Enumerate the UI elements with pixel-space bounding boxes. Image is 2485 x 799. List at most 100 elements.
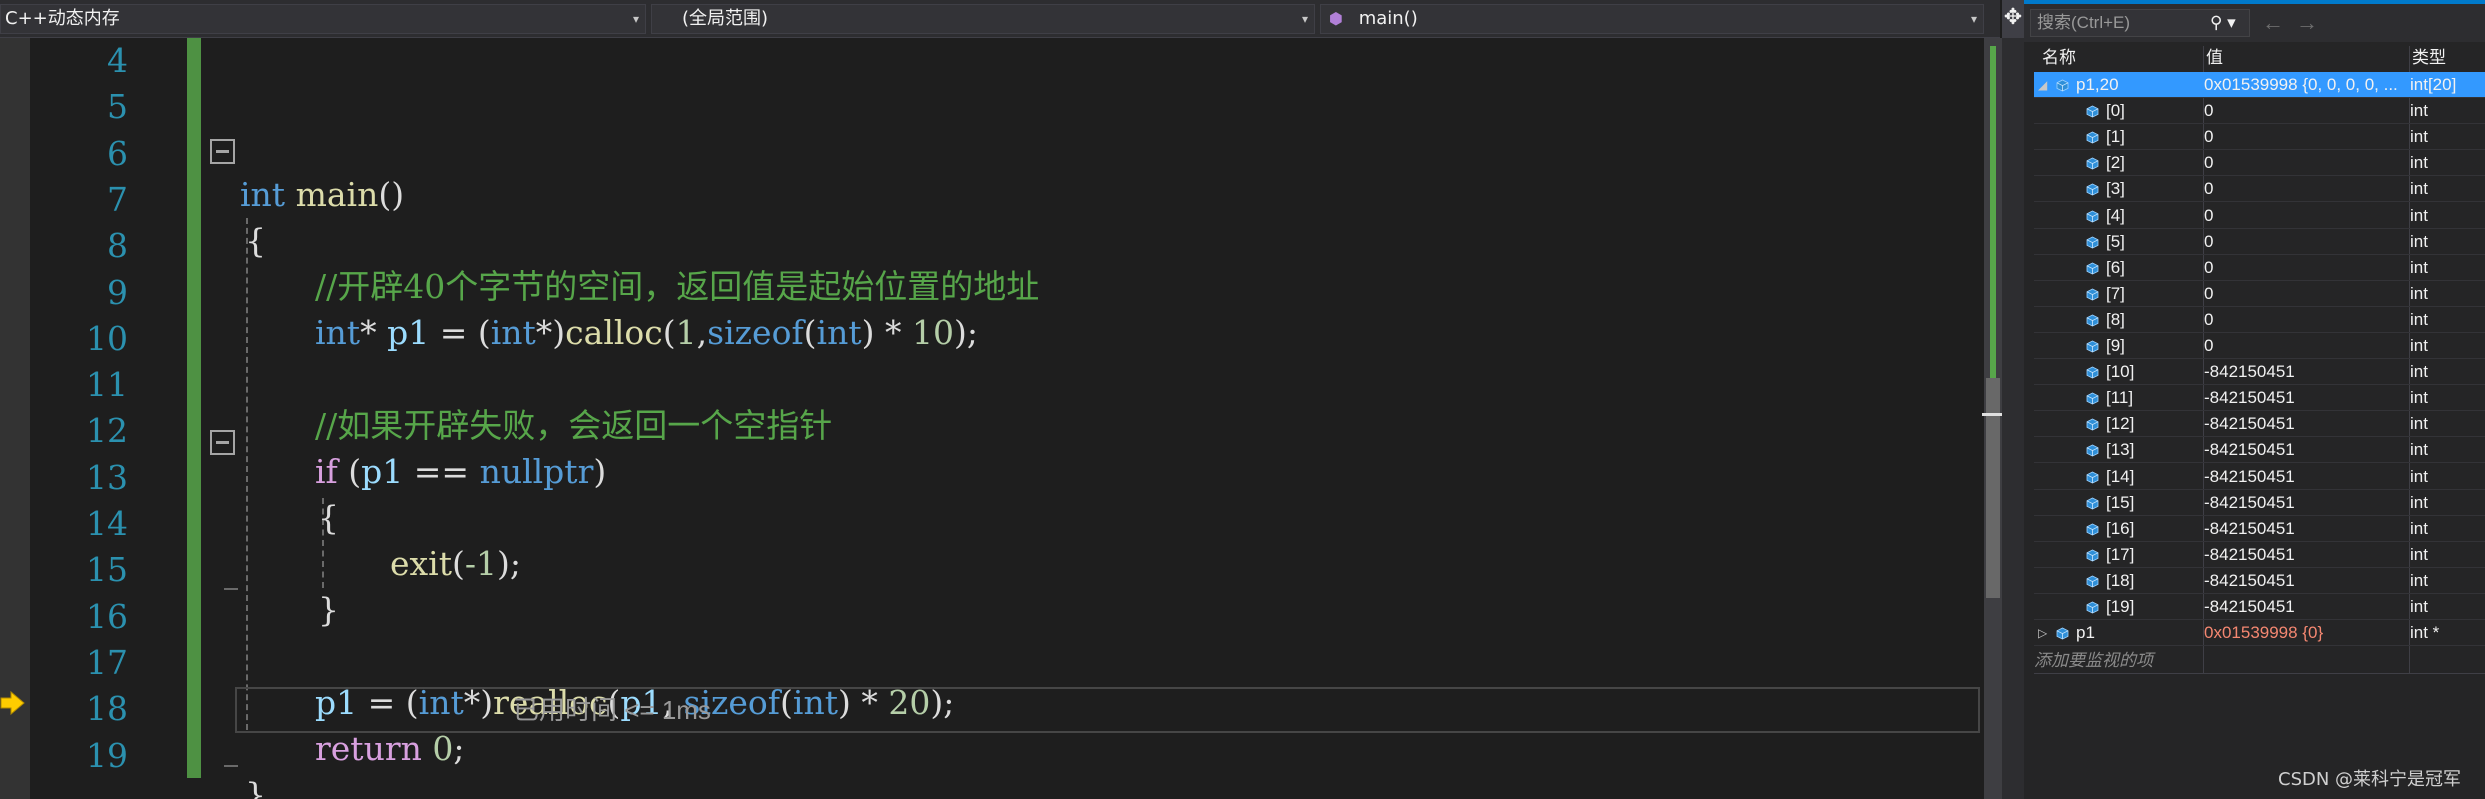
watch-row[interactable]: [0] 0 int xyxy=(2034,98,2485,125)
watch-row[interactable]: [5] 0 int xyxy=(2034,229,2485,255)
watch-row[interactable]: [3] 0 int xyxy=(2034,176,2485,203)
watch-type: int xyxy=(2410,466,2428,486)
window-splitter[interactable] xyxy=(2002,0,2024,799)
watch-value[interactable]: -842150451 xyxy=(2204,411,2414,437)
watch-row[interactable]: [2] 0 int xyxy=(2034,150,2485,177)
watch-value[interactable]: 0 xyxy=(2204,307,2414,333)
split-window-icon[interactable]: ✥ xyxy=(2002,0,2024,38)
watch-value[interactable]: -842150451 xyxy=(2204,359,2414,385)
blue-cube-icon xyxy=(2086,157,2099,170)
watch-value[interactable]: 0x01539998 {0, 0, 0, 0, ... xyxy=(2204,72,2414,98)
watch-value[interactable]: 0 xyxy=(2204,98,2414,124)
scrollbar-thumb[interactable] xyxy=(1986,378,2000,598)
outline-collapse-icon[interactable] xyxy=(210,430,235,455)
blue-cube-icon xyxy=(2086,471,2099,483)
blue-cube-icon xyxy=(2086,366,2099,379)
watch-type: int xyxy=(2410,362,2428,382)
outline-end-marker xyxy=(224,588,238,590)
search-icon[interactable]: ⚲ ▾ xyxy=(2210,12,2248,34)
watch-type: int xyxy=(2410,179,2428,199)
chevron-down-icon: ▾ xyxy=(1301,12,1308,26)
watch-value[interactable]: -842150451 xyxy=(2204,568,2414,594)
editor-vertical-scrollbar[interactable] xyxy=(1982,38,2006,799)
watch-value[interactable]: -842150451 xyxy=(2204,464,2414,490)
line-number: 19 xyxy=(86,735,128,775)
watch-row[interactable]: ▷ p1 0x01539998 {0} int * xyxy=(2034,620,2485,647)
watch-row[interactable]: [13] -842150451 int xyxy=(2034,437,2485,464)
perf-tip[interactable]: 已用时间 <= 1ms xyxy=(513,690,711,730)
indicator-margin[interactable] xyxy=(0,38,30,799)
watch-value[interactable]: 0 xyxy=(2204,229,2414,255)
watch-row[interactable]: [9] 0 int xyxy=(2034,333,2485,359)
watch-type: int xyxy=(2410,544,2428,564)
blue-cube-icon xyxy=(2086,549,2099,562)
blue-cube-icon xyxy=(2086,418,2099,431)
watch-value[interactable]: -842150451 xyxy=(2204,490,2414,516)
watch-type: int * xyxy=(2410,623,2440,643)
watch-row[interactable]: [15] -842150451 int xyxy=(2034,490,2485,516)
project-dropdown[interactable]: C++动态内存 ▾ xyxy=(0,4,646,34)
watch-row[interactable]: [4] 0 int xyxy=(2034,203,2485,229)
code-line: } xyxy=(318,590,339,629)
outline-end-marker xyxy=(224,765,238,767)
watch-row[interactable]: [14] -842150451 int xyxy=(2034,464,2485,490)
outline-collapse-icon[interactable] xyxy=(210,139,235,164)
project-label: C++动态内存 xyxy=(5,8,120,29)
scope-dropdown[interactable]: (全局范围) ▾ xyxy=(651,4,1315,34)
watch-name: [16] xyxy=(2106,518,2135,538)
collapse-arrow-icon[interactable]: ◢ xyxy=(2038,72,2047,98)
code-line: int main() xyxy=(240,175,405,214)
watch-row[interactable]: ◢ p1,20 0x01539998 {0, 0, 0, 0, ... int[20] xyxy=(2034,72,2485,98)
watch-row[interactable]: [19] -842150451 int xyxy=(2034,594,2485,620)
execution-pointer-icon xyxy=(0,690,25,716)
member-dropdown[interactable]: ⬢ main() ▾ xyxy=(1320,4,1984,34)
editor-navigation-bar: C++动态内存 ▾ (全局范围) ▾ ⬢ main() ▾ xyxy=(0,0,2000,38)
watch-column-headers: 名称 值 类型 xyxy=(2034,46,2485,70)
watch-row[interactable]: [6] 0 int xyxy=(2034,255,2485,281)
watch-value[interactable]: -842150451 xyxy=(2204,594,2414,620)
blue-cube-icon xyxy=(2086,236,2099,249)
watch-value[interactable]: 0x01539998 {0} xyxy=(2204,620,2414,646)
watch-name: [11] xyxy=(2106,388,2134,408)
watch-row[interactable]: [18] -842150451 int xyxy=(2034,568,2485,594)
watch-name: [9] xyxy=(2106,336,2125,355)
watch-value[interactable]: 0 xyxy=(2204,255,2414,281)
expand-arrow-icon[interactable]: ▷ xyxy=(2038,620,2047,646)
watch-name: p1,20 xyxy=(2076,75,2119,94)
add-watch-item[interactable]: 添加要监视的项 xyxy=(2034,648,2485,674)
watch-value[interactable]: -842150451 xyxy=(2204,437,2414,463)
watch-value[interactable]: 0 xyxy=(2204,203,2414,229)
watch-value[interactable]: 0 xyxy=(2204,281,2414,307)
watch-value[interactable]: 0 xyxy=(2204,333,2414,359)
watch-value[interactable]: 0 xyxy=(2204,150,2414,176)
watch-value[interactable]: 0 xyxy=(2204,176,2414,202)
arrow-left-icon[interactable]: ← xyxy=(2262,12,2284,34)
watch-value[interactable]: -842150451 xyxy=(2204,516,2414,542)
blue-cube-icon xyxy=(2086,523,2099,536)
code-editor[interactable]: 4 5 6 7 8 9 10 11 12 13 14 15 16 17 18 19 int main() { … xyxy=(0,38,1984,799)
watch-row[interactable]: [8] 0 int xyxy=(2034,307,2485,333)
watch-row[interactable]: [17] -842150451 int xyxy=(2034,542,2485,568)
watch-window: 搜索(Ctrl+E) ⚲ ▾ ← → 名称 值 类型 ◢ p1,20 0x01539… xyxy=(2024,0,2485,799)
watch-row[interactable]: [1] 0 int xyxy=(2034,124,2485,151)
code-line: { xyxy=(245,221,266,260)
header-type[interactable]: 类型 xyxy=(2412,46,2446,70)
chevron-down-icon: ▾ xyxy=(632,12,639,26)
watch-value[interactable]: 0 xyxy=(2204,124,2414,150)
watch-name: p1 xyxy=(2076,623,2095,643)
watch-row[interactable]: [11] -842150451 int xyxy=(2034,385,2485,412)
watch-value[interactable]: -842150451 xyxy=(2204,385,2414,411)
arrow-right-icon[interactable]: → xyxy=(2296,12,2318,34)
add-watch-label: 添加要监视的项 xyxy=(2034,651,2153,670)
header-value[interactable]: 值 xyxy=(2206,46,2223,70)
line-number: 6 xyxy=(107,133,128,173)
watch-row[interactable]: [10] -842150451 int xyxy=(2034,359,2485,386)
line-number: 11 xyxy=(86,365,128,405)
watch-value[interactable]: -842150451 xyxy=(2204,542,2414,568)
line-number: 12 xyxy=(86,411,128,451)
watch-row[interactable]: [16] -842150451 int xyxy=(2034,516,2485,542)
header-name[interactable]: 名称 xyxy=(2042,46,2076,70)
watch-name: [18] xyxy=(2106,570,2135,590)
watch-row[interactable]: [12] -842150451 int xyxy=(2034,411,2485,438)
watch-row[interactable]: [7] 0 int xyxy=(2034,281,2485,307)
